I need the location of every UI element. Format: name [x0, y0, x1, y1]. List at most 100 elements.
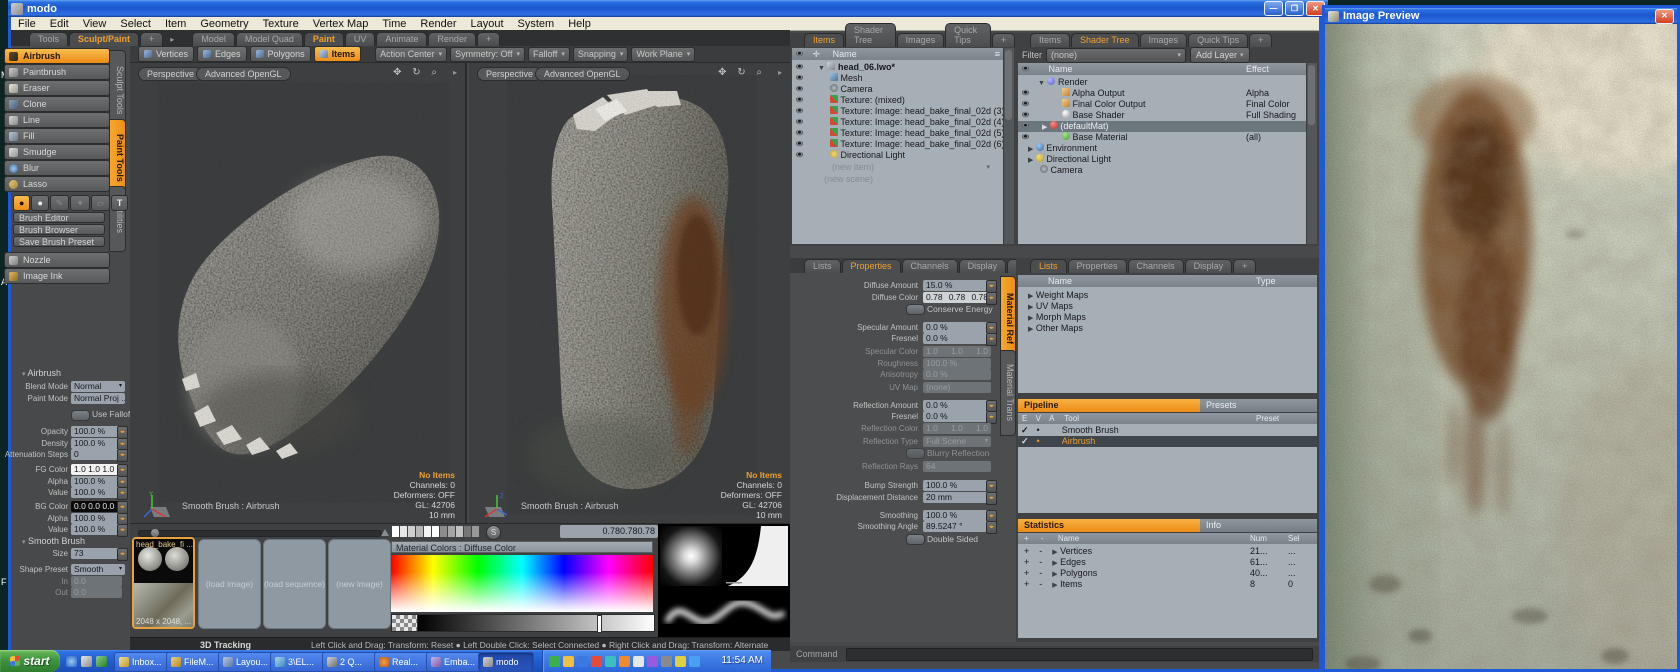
clip-scroll-slider[interactable]: [138, 530, 382, 537]
layout-tab-tools[interactable]: Tools: [29, 32, 68, 46]
tree-row[interactable]: Base Material(all): [1018, 132, 1306, 143]
tab-display[interactable]: Display: [959, 259, 1007, 273]
smoothing-field[interactable]: 100.0 %: [923, 510, 991, 521]
paint-mode-select[interactable]: Normal Proj ...: [71, 393, 125, 404]
list-options-icon[interactable]: ≡: [995, 48, 1000, 60]
color-value-field[interactable]: 0.780.780.78: [560, 525, 658, 538]
value-marker[interactable]: [597, 615, 602, 633]
menu-layout[interactable]: Layout: [463, 18, 510, 30]
value-gradient-bar[interactable]: [417, 614, 655, 632]
airbrush-section-header[interactable]: ▾ Airbrush: [22, 368, 61, 378]
tool-fill[interactable]: Fill: [4, 128, 110, 144]
bump-strength-field[interactable]: 100.0 %: [923, 480, 991, 491]
text-brush-button[interactable]: T: [111, 195, 129, 211]
bg-value-spinner[interactable]: ◂▸: [117, 524, 128, 537]
slider-handle[interactable]: [151, 529, 159, 537]
layout-tab-uv[interactable]: UV: [345, 32, 376, 46]
bg-color-field[interactable]: 0.0 0.0 0.0: [71, 501, 122, 512]
conserve-energy-checkbox[interactable]: [906, 304, 925, 315]
menu-select[interactable]: Select: [113, 18, 158, 30]
mode-polygons-button[interactable]: Polygons: [250, 46, 311, 62]
swatch[interactable]: [400, 526, 407, 537]
tree-row[interactable]: Texture: Image: head_bake_final_02d (6): [792, 139, 1004, 150]
visibility-toggle[interactable]: [796, 75, 803, 81]
menu-file[interactable]: File: [11, 18, 43, 30]
new-item-row[interactable]: (new item)▾: [792, 162, 1004, 173]
swatch[interactable]: [392, 526, 399, 537]
visibility-toggle[interactable]: [796, 141, 803, 147]
statistics-header[interactable]: Statistics: [1018, 519, 1200, 532]
blend-mode-select[interactable]: Normal▾: [71, 381, 125, 392]
table-row[interactable]: +-▶ Vertices21......: [1018, 546, 1317, 557]
chevron-down-icon[interactable]: ▾: [986, 162, 990, 173]
table-row[interactable]: +-▶ Polygons40......: [1018, 568, 1317, 579]
quick-launch-media-icon[interactable]: [96, 656, 107, 667]
tab-quick-tips[interactable]: Quick Tips: [1188, 33, 1248, 47]
menu-time[interactable]: Time: [375, 18, 413, 30]
tree-row[interactable]: Texture: Image: head_bake_final_02d (5): [792, 128, 1004, 139]
swatch[interactable]: [432, 526, 439, 537]
restore-button[interactable]: ❐: [1285, 1, 1304, 16]
tree-row[interactable]: Directional Light: [792, 150, 1004, 161]
viewport-nav-icons[interactable]: ✥ ↻ ⌕: [393, 67, 441, 78]
tab-overflow-arrow-icon[interactable]: ▸: [170, 35, 174, 44]
tree-row[interactable]: Base ShaderFull Shading: [1018, 110, 1306, 121]
task-button[interactable]: Inbox...: [114, 652, 172, 672]
expand-plus[interactable]: +: [1024, 557, 1029, 567]
visibility-toggle[interactable]: [796, 97, 803, 103]
layout-tab-render[interactable]: Render: [428, 32, 476, 46]
visibility-toggle[interactable]: [1022, 123, 1029, 129]
visibility-toggle[interactable]: [1022, 101, 1029, 107]
tab-properties[interactable]: Properties: [842, 259, 901, 273]
attenuation-steps-field[interactable]: 0: [71, 449, 122, 460]
tree-row[interactable]: ▶ Environment: [1018, 143, 1306, 154]
diffuse-color-field[interactable]: 0.780.780.78: [923, 292, 991, 303]
task-button[interactable]: FileM...: [166, 652, 224, 672]
tree-row[interactable]: Texture: Image: head_bake_final_02d (4): [792, 117, 1004, 128]
quick-launch-ie-icon[interactable]: [66, 656, 77, 667]
swatch[interactable]: [472, 526, 479, 537]
mode-edges-button[interactable]: Edges: [197, 46, 247, 62]
specular-amount-field[interactable]: 0.0 %: [923, 322, 991, 333]
list-item[interactable]: ▶ UV Maps: [1018, 301, 1317, 312]
menu-vertex-map[interactable]: Vertex Map: [306, 18, 376, 30]
side-tab-sculpt-tools[interactable]: Sculpt Tools: [109, 50, 126, 130]
brush-browser-link[interactable]: Brush Browser: [13, 224, 105, 235]
swatch[interactable]: [440, 526, 447, 537]
menu-view[interactable]: View: [76, 18, 114, 30]
tray-icon[interactable]: [633, 656, 644, 667]
scrollbar[interactable]: [1306, 63, 1317, 244]
tray-icon[interactable]: [647, 656, 658, 667]
spinner[interactable]: ◂▸: [986, 521, 997, 534]
layout-tab-paint[interactable]: Paint: [304, 32, 344, 46]
menu-render[interactable]: Render: [413, 18, 463, 30]
double-sided-checkbox[interactable]: [906, 534, 925, 545]
visibility-toggle[interactable]: [1022, 134, 1029, 140]
clip-selected[interactable]: head_bake_fi ... 2048 x 2048, ...: [132, 537, 195, 629]
visibility-toggle[interactable]: [1022, 112, 1029, 118]
tray-icon[interactable]: [605, 656, 616, 667]
load-sequence-slot[interactable]: (load sequence): [263, 539, 326, 629]
tab-images[interactable]: Images: [1140, 33, 1188, 47]
quick-launch-desktop-icon[interactable]: [81, 656, 92, 667]
spinner[interactable]: ◂▸: [986, 333, 997, 346]
collapse-minus[interactable]: -: [1039, 579, 1042, 589]
polygon-brush-icon[interactable]: ▱: [91, 195, 110, 211]
hue-saturation-gradient[interactable]: [391, 555, 653, 612]
filter-dropdown[interactable]: (none)▾: [1046, 48, 1186, 63]
tab-shader-tree[interactable]: Shader Tree: [845, 23, 896, 47]
smoothing-angle-field[interactable]: 89.5247 °: [923, 521, 991, 532]
menu-geometry[interactable]: Geometry: [193, 18, 255, 30]
expand-plus[interactable]: +: [1024, 546, 1029, 556]
shape-preset-select[interactable]: Smooth▾: [71, 564, 125, 575]
diffuse-amount-field[interactable]: 15.0 %: [923, 280, 991, 291]
swatch[interactable]: [448, 526, 455, 537]
tree-row[interactable]: Mesh: [792, 73, 1004, 84]
tree-row[interactable]: Texture: Image: head_bake_final_02d (3): [792, 106, 1004, 117]
layout-tab-model[interactable]: Model: [192, 32, 235, 46]
tray-icon[interactable]: [549, 656, 560, 667]
tray-icon[interactable]: [661, 656, 672, 667]
tray-icon[interactable]: [619, 656, 630, 667]
tree-row-selected[interactable]: ▶ (defaultMat): [1018, 121, 1306, 132]
tool-eraser[interactable]: Eraser: [4, 80, 110, 96]
